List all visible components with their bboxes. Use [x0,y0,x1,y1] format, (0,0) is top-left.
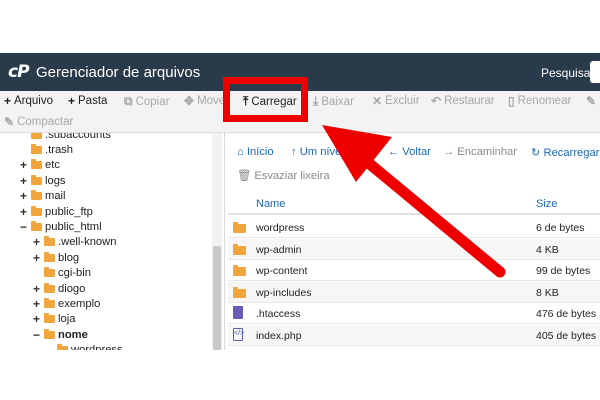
screenshot-stage: cP Gerenciador de arquivos Pesquisar + A… [0,0,600,400]
arrow-shaft [359,154,506,278]
annotation-arrow [322,125,506,278]
